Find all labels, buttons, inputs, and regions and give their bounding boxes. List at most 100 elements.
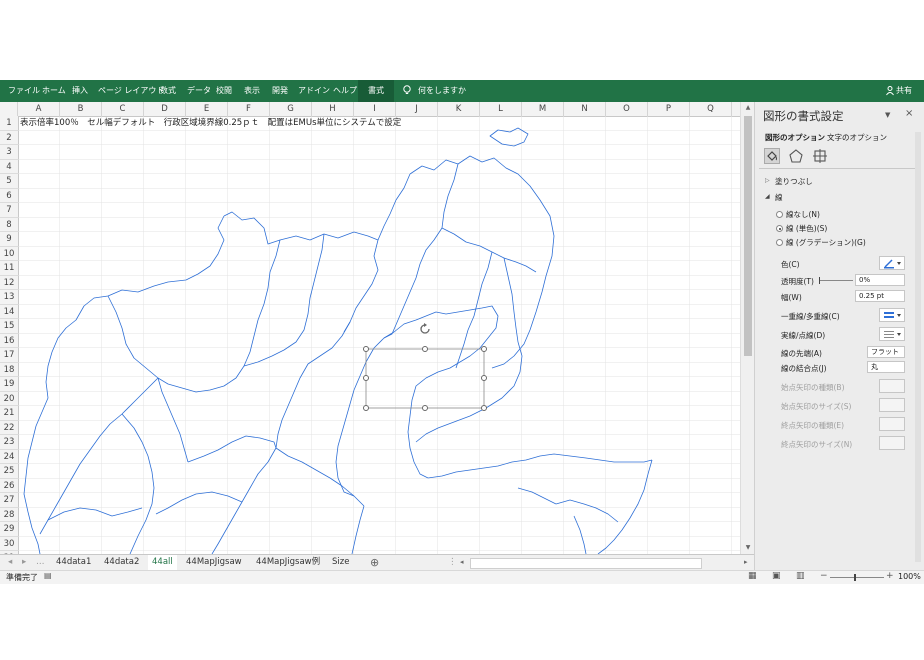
column-header[interactable]: N: [564, 102, 606, 116]
worksheet-grid[interactable]: [18, 116, 740, 554]
column-header[interactable]: P: [648, 102, 690, 116]
line-section-header[interactable]: 線: [775, 192, 783, 203]
row-header[interactable]: 15: [0, 319, 18, 334]
dash-type-dropdown[interactable]: [879, 327, 905, 341]
close-icon[interactable]: ×: [905, 108, 913, 119]
row-header[interactable]: 11: [0, 261, 18, 276]
add-sheet-icon[interactable]: ⊕: [370, 555, 379, 570]
tab-file[interactable]: ファイル: [8, 80, 40, 102]
sheet-tab[interactable]: 44data2: [104, 555, 139, 570]
row-header[interactable]: 2: [0, 131, 18, 145]
fill-line-icon[interactable]: [764, 148, 780, 164]
page-layout-view-icon[interactable]: ▣: [772, 571, 781, 581]
effects-icon[interactable]: [788, 148, 804, 164]
expand-right-icon[interactable]: ▷: [765, 177, 770, 184]
resize-handle[interactable]: [481, 346, 487, 352]
row-header[interactable]: 23: [0, 435, 18, 450]
begin-arrow-type-dropdown[interactable]: [879, 379, 905, 393]
row-header[interactable]: 22: [0, 421, 18, 435]
tab-formulas[interactable]: 数式: [160, 80, 176, 102]
column-header[interactable]: F: [228, 102, 270, 116]
rotate-handle-icon[interactable]: [418, 322, 432, 336]
scroll-up-icon[interactable]: ▲: [743, 104, 753, 112]
tab-developer[interactable]: 開発: [272, 80, 288, 102]
cap-type-dropdown[interactable]: フラット: [867, 346, 905, 358]
row-header[interactable]: 9: [0, 232, 18, 247]
lightbulb-icon[interactable]: [402, 80, 412, 102]
tab-format[interactable]: 書式: [358, 80, 394, 102]
tab-shape-options[interactable]: 図形のオプション: [765, 132, 825, 143]
zoom-slider-thumb[interactable]: [854, 574, 856, 581]
row-header[interactable]: 12: [0, 276, 18, 290]
row-header[interactable]: 20: [0, 392, 18, 406]
tab-view[interactable]: 表示: [244, 80, 260, 102]
column-header[interactable]: C: [102, 102, 144, 116]
row-header[interactable]: 19: [0, 377, 18, 392]
resize-handle[interactable]: [481, 375, 487, 381]
column-header[interactable]: O: [606, 102, 648, 116]
zoom-level[interactable]: 100%: [898, 572, 921, 581]
page-break-view-icon[interactable]: ▥: [796, 571, 805, 581]
row-header[interactable]: 27: [0, 493, 18, 508]
line-color-picker[interactable]: [879, 256, 905, 270]
tab-addins[interactable]: アドイン: [298, 80, 330, 102]
tell-me-search[interactable]: 何をしますか: [418, 80, 466, 102]
vertical-scrollbar[interactable]: ▲ ▼: [740, 102, 755, 554]
zoom-out-icon[interactable]: −: [820, 571, 828, 581]
tab-home[interactable]: ホーム: [42, 80, 66, 102]
column-header[interactable]: J: [396, 102, 438, 116]
row-header[interactable]: 26: [0, 479, 18, 493]
row-header[interactable]: 21: [0, 406, 18, 421]
share-button[interactable]: 共有: [896, 80, 912, 102]
row-header[interactable]: 4: [0, 160, 18, 174]
column-header[interactable]: K: [438, 102, 480, 116]
collapse-down-icon[interactable]: ◢: [765, 193, 770, 200]
end-arrow-size-dropdown[interactable]: [879, 436, 905, 450]
hscroll-left-icon[interactable]: ⋮: [448, 555, 457, 570]
row-header[interactable]: 29: [0, 522, 18, 537]
row-header[interactable]: 24: [0, 450, 18, 464]
row-header[interactable]: 17: [0, 348, 18, 363]
zoom-in-icon[interactable]: +: [886, 571, 894, 581]
scroll-down-icon[interactable]: ▼: [743, 544, 753, 552]
tab-more-icon[interactable]: …: [36, 555, 45, 570]
tab-help[interactable]: ヘルプ: [333, 80, 357, 102]
tab-data[interactable]: データ: [187, 80, 211, 102]
horizontal-scrollbar[interactable]: [470, 558, 702, 569]
macro-record-icon[interactable]: ▤: [44, 571, 52, 580]
transparency-slider-thumb[interactable]: [819, 277, 820, 284]
resize-handle[interactable]: [422, 346, 428, 352]
column-header[interactable]: G: [270, 102, 312, 116]
row-header[interactable]: 25: [0, 464, 18, 479]
compound-type-dropdown[interactable]: [879, 308, 905, 322]
row-header[interactable]: 18: [0, 363, 18, 377]
end-arrow-type-dropdown[interactable]: [879, 417, 905, 431]
column-header[interactable]: I: [354, 102, 396, 116]
sheet-tab[interactable]: 44MapJigsaw例: [256, 555, 320, 570]
sheet-tab[interactable]: 44MapJigsaw: [186, 555, 242, 570]
width-input[interactable]: 0.25 pt: [855, 290, 905, 302]
hscroll-left-arrow-icon[interactable]: ◂: [460, 555, 464, 570]
sheet-tab[interactable]: Size: [332, 555, 349, 570]
row-header[interactable]: 10: [0, 247, 18, 261]
fill-section-header[interactable]: 塗りつぶし: [775, 176, 813, 187]
pane-options-icon[interactable]: ▼: [885, 111, 890, 119]
tab-next-icon[interactable]: ▸: [22, 555, 26, 570]
begin-arrow-size-dropdown[interactable]: [879, 398, 905, 412]
row-header[interactable]: 30: [0, 537, 18, 551]
resize-handle[interactable]: [363, 346, 369, 352]
hscroll-right-arrow-icon[interactable]: ▸: [744, 555, 748, 570]
row-header[interactable]: 3: [0, 145, 18, 160]
tab-insert[interactable]: 挿入: [72, 80, 88, 102]
tab-review[interactable]: 校閲: [216, 80, 232, 102]
column-header[interactable]: D: [144, 102, 186, 116]
select-all-corner[interactable]: [0, 102, 18, 116]
tab-page-layout[interactable]: ページ レイアウト: [98, 80, 164, 102]
tab-prev-icon[interactable]: ◂: [8, 555, 12, 570]
column-header[interactable]: A: [18, 102, 60, 116]
column-header[interactable]: E: [186, 102, 228, 116]
sheet-tab[interactable]: 44data1: [56, 555, 91, 570]
transparency-slider[interactable]: [819, 280, 853, 281]
radio-gradient-line[interactable]: [776, 239, 783, 246]
zoom-slider[interactable]: [830, 577, 884, 578]
